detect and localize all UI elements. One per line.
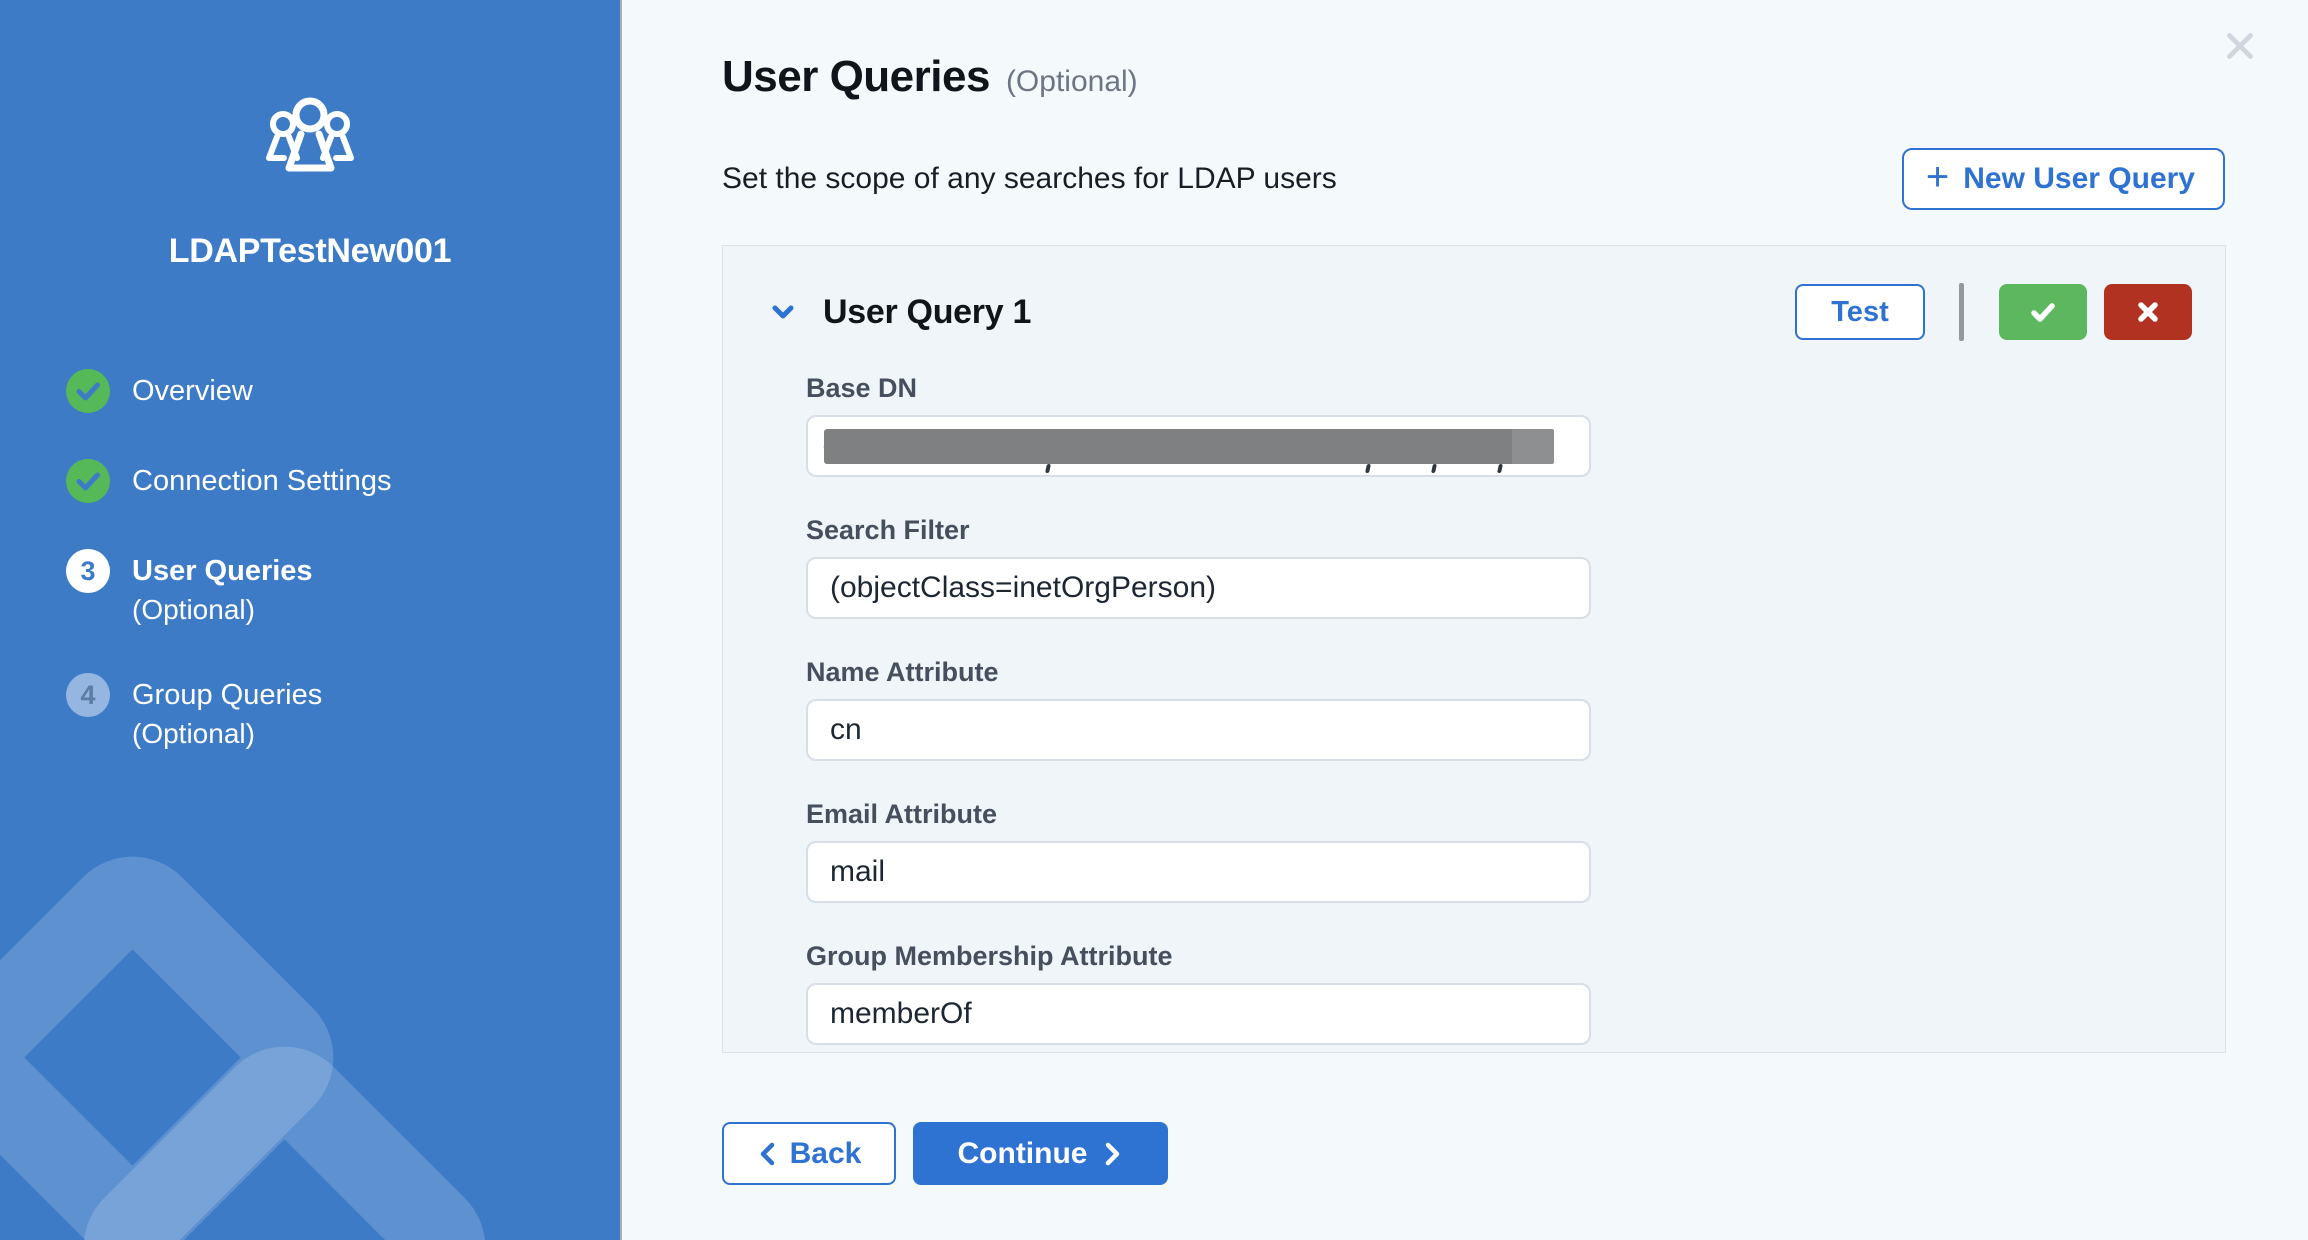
query-title: User Query 1	[823, 293, 1031, 332]
name-attribute-label: Name Attribute	[806, 657, 1591, 687]
plus-icon: +	[1926, 157, 1949, 197]
query-fields: Base DN ( Search Filter Name Attribute	[806, 373, 1591, 1045]
close-icon[interactable]	[2220, 26, 2260, 66]
x-icon	[2132, 296, 2164, 328]
step-label: Overview	[132, 375, 253, 407]
new-user-query-label: New User Query	[1963, 162, 2195, 196]
delete-query-button[interactable]	[2104, 284, 2192, 340]
user-query-card-header: User Query 1 Test	[765, 282, 2192, 342]
group-membership-attribute-input[interactable]	[806, 983, 1591, 1045]
redaction-bar	[824, 429, 1554, 464]
email-attribute-input[interactable]	[806, 841, 1591, 903]
actions-divider	[1959, 283, 1964, 341]
connection-name: LDAPTestNew001	[0, 232, 620, 271]
continue-label: Continue	[958, 1137, 1088, 1171]
chevron-down-icon[interactable]	[765, 294, 801, 330]
group-membership-attribute-label: Group Membership Attribute	[806, 941, 1591, 971]
base-dn-input[interactable]: (	[806, 415, 1591, 477]
base-dn-label: Base DN	[806, 373, 1591, 403]
subtitle-row: Set the scope of any searches for LDAP u…	[722, 148, 2225, 210]
search-filter-label: Search Filter	[806, 515, 1591, 545]
step-user-queries[interactable]: 3 User Queries (Optional)	[66, 549, 392, 627]
step-number-badge: 4	[66, 673, 110, 717]
chevron-right-icon	[1103, 1141, 1123, 1167]
user-query-card: User Query 1 Test Base DN	[722, 245, 2226, 1053]
page-title: User Queries	[722, 52, 990, 102]
group-membership-attribute-field: Group Membership Attribute	[806, 941, 1591, 1045]
wizard-steps: Overview Connection Settings 3 User Quer…	[66, 369, 392, 797]
email-attribute-label: Email Attribute	[806, 799, 1591, 829]
confirm-query-button[interactable]	[1999, 284, 2087, 340]
check-icon	[2026, 296, 2060, 328]
wizard-sidebar: LDAPTestNew001 Overview Connection Setti…	[0, 0, 622, 1240]
step-number-badge: 3	[66, 549, 110, 593]
page-header: User Queries (Optional)	[722, 52, 1138, 102]
user-queries-panel: User Queries (Optional) Set the scope of…	[624, 0, 2308, 1240]
users-group-icon	[262, 96, 358, 185]
step-complete-check-icon	[66, 369, 110, 413]
test-button[interactable]: Test	[1795, 284, 1925, 340]
name-attribute-field: Name Attribute	[806, 657, 1591, 761]
continue-button[interactable]: Continue	[913, 1122, 1168, 1185]
step-sublabel: (Optional)	[132, 594, 255, 625]
wizard-footer: Back Continue	[722, 1122, 1168, 1185]
back-label: Back	[790, 1137, 862, 1171]
search-filter-field: Search Filter	[806, 515, 1591, 619]
step-connection-settings[interactable]: Connection Settings	[66, 459, 392, 503]
page-subtitle: Set the scope of any searches for LDAP u…	[722, 162, 1337, 196]
step-overview[interactable]: Overview	[66, 369, 392, 413]
email-attribute-field: Email Attribute	[806, 799, 1591, 903]
query-actions: Test	[1795, 283, 2192, 341]
search-filter-input[interactable]	[806, 557, 1591, 619]
step-sublabel: (Optional)	[132, 718, 255, 749]
page-title-optional: (Optional)	[1006, 65, 1138, 99]
step-label: User Queries	[132, 555, 313, 587]
chevron-left-icon	[757, 1141, 777, 1167]
name-attribute-input[interactable]	[806, 699, 1591, 761]
base-dn-field: Base DN (	[806, 373, 1591, 477]
step-group-queries[interactable]: 4 Group Queries (Optional)	[66, 673, 392, 751]
back-button[interactable]: Back	[722, 1122, 896, 1185]
step-complete-check-icon	[66, 459, 110, 503]
new-user-query-button[interactable]: + New User Query	[1902, 148, 2225, 210]
step-label: Connection Settings	[132, 465, 392, 497]
step-label: Group Queries	[132, 679, 322, 711]
